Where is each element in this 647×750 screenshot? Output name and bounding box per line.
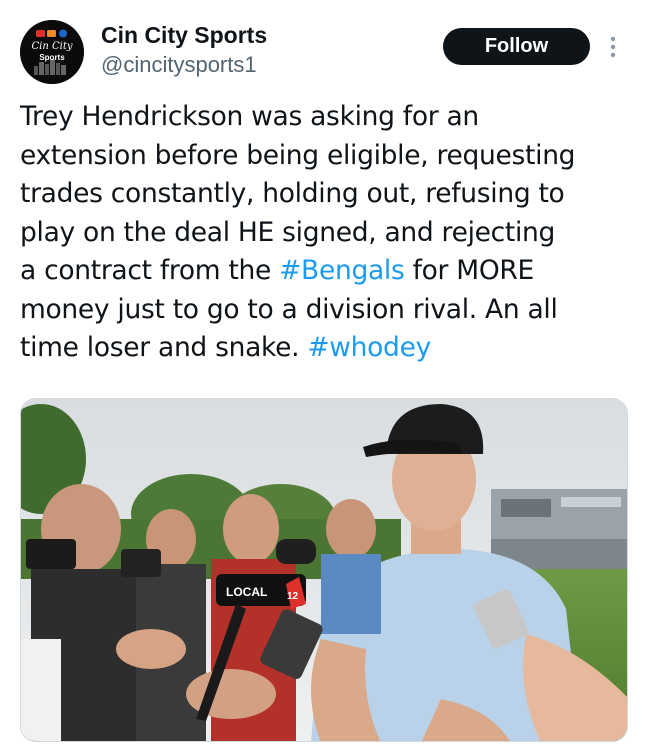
hashtag-link-bengals[interactable]: #Bengals (279, 255, 405, 286)
svg-text:12: 12 (287, 591, 299, 602)
tweet-card: Cin City Sports Cin City Sports @cincity… (0, 0, 647, 750)
hashtag-link-whodey[interactable]: #whodey (307, 332, 431, 363)
display-name[interactable]: Cin City Sports (101, 20, 267, 50)
avatar[interactable]: Cin City Sports (20, 20, 84, 84)
cin-city-sports-logo-icon: Cin City Sports (20, 20, 84, 84)
tweet-line: Trey Hendrickson was asking for an (20, 98, 630, 137)
tweet-text-segment: play on the deal HE signed, and rejectin… (20, 216, 556, 248)
tweet-line: extension before being eligible, request… (20, 137, 630, 176)
tweet-text-segment: extension before being eligible, request… (20, 139, 576, 171)
tweet-text-segment: a contract from the (20, 255, 280, 286)
follow-button[interactable]: Follow (443, 28, 590, 65)
tweet-text-segment: for MORE (404, 255, 535, 286)
tweet-line: time loser and snake. #whodey (20, 329, 630, 368)
tweet-photo[interactable]: LOCAL 12 (20, 398, 628, 742)
svg-text:Cin City: Cin City (32, 41, 73, 52)
handle[interactable]: @cincitysports1 (101, 50, 267, 80)
author-block: Cin City Sports @cincitysports1 (101, 20, 267, 80)
svg-text:LOCAL: LOCAL (226, 585, 267, 599)
tweet-line: a contract from the #Bengals for MORE (20, 252, 630, 291)
tweet-text-segment: time loser and snake. (20, 332, 308, 363)
press-scrum-photo: LOCAL 12 (21, 399, 627, 741)
tweet-line: play on the deal HE signed, and rejectin… (20, 214, 630, 253)
svg-text:Sports: Sports (39, 53, 65, 62)
tweet-text: Trey Hendrickson was asking for an exten… (20, 98, 630, 368)
tweet-line: trades constantly, holding out, refusing… (20, 175, 630, 214)
tweet-text-segment: trades constantly, holding out, refusing… (20, 178, 565, 209)
tweet-text-segment: Trey Hendrickson was asking for an (20, 101, 479, 132)
tweet-text-segment: money just to go to a division rival. An… (20, 293, 558, 325)
vertical-ellipsis-icon[interactable] (606, 30, 620, 64)
tweet-line: money just to go to a division rival. An… (20, 291, 630, 330)
